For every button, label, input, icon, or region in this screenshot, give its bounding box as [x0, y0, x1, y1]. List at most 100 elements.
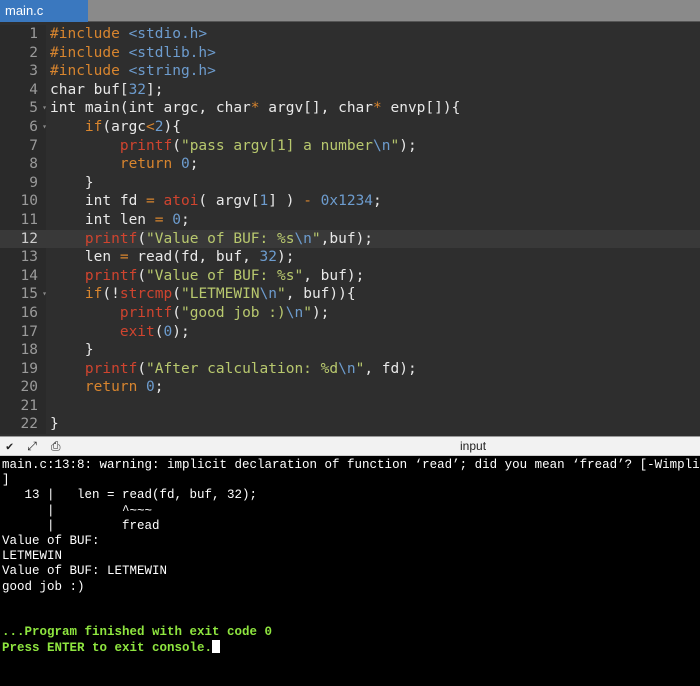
code-token-pl: ; — [180, 211, 190, 228]
code-token-num: \n — [259, 286, 278, 303]
line-number: 8 — [0, 155, 46, 174]
code-line[interactable]: 20 return 0; — [0, 378, 700, 397]
code-line[interactable]: 18 } — [0, 341, 700, 360]
code-text: char buf[32]; — [46, 81, 164, 100]
terminal-cursor — [212, 640, 221, 654]
line-number: 22 — [0, 415, 46, 435]
code-token-pl: ( — [172, 286, 181, 303]
code-line[interactable]: 21 — [0, 396, 700, 416]
code-token-pl: ( argv[ — [198, 193, 260, 210]
code-editor[interactable]: 1 #include <stdio.h> 2 #include <stdlib.h> 3… — [0, 22, 700, 436]
code-token-pl: int main(int argc, char — [50, 100, 251, 117]
code-line[interactable]: 15 ▾ if(!strcmp("LETMEWIN\n", buf)){ — [0, 285, 700, 304]
exit-prompt: Press ENTER to exit console. — [2, 640, 698, 656]
line-number: 18 — [0, 341, 46, 360]
code-token-hdr: <string.h> — [128, 63, 216, 80]
code-text: } — [46, 341, 94, 360]
code-text: } — [46, 174, 94, 193]
code-line[interactable]: 22} — [0, 415, 700, 435]
console-header: ✔ ⤢ ⎙ input — [0, 436, 700, 456]
code-token-pl: ( — [172, 137, 181, 154]
code-text: exit(0); — [46, 323, 190, 342]
console-line: | fread — [2, 518, 160, 533]
line-number: 16 — [0, 303, 46, 323]
code-token-str: "LETMEWIN — [180, 286, 260, 303]
code-token-pl: ( — [137, 360, 147, 377]
code-line[interactable]: 10 int fd = atoi( argv[1] ) - 0x1234; — [0, 192, 700, 211]
code-line[interactable]: 13 len = read(fd, buf, 32); — [0, 248, 700, 267]
console-output[interactable]: main.c:13:8: warning: implicit declarati… — [0, 456, 700, 659]
code-line[interactable]: 4 char buf[32]; — [0, 80, 700, 100]
line-number: 11 — [0, 210, 46, 230]
code-line[interactable]: 8 return 0; — [0, 155, 700, 174]
code-token-fn: printf — [84, 360, 138, 377]
line-number: 15 ▾ — [0, 285, 47, 304]
code-token-pl: ( — [137, 230, 147, 247]
code-token-num: 2 — [154, 118, 164, 135]
code-line[interactable]: 16 printf("good job :)\n"); — [0, 303, 700, 323]
code-text: int fd = atoi( argv[1] ) - 0x1234; — [46, 192, 382, 211]
code-line[interactable]: 6 ▾ if(argc<2){ — [0, 117, 700, 137]
code-line[interactable]: 11 int len = 0; — [0, 210, 700, 230]
line-number: 3 — [0, 62, 46, 81]
line-number: 21 — [0, 396, 46, 416]
code-line[interactable]: 5 ▾ int main(int argc, char* argv[], char*… — [0, 99, 700, 118]
tab-main-c[interactable]: main.c — [0, 0, 88, 22]
code-line[interactable]: 14 printf("Value of BUF: %s", buf); — [0, 266, 700, 286]
code-token-pl: (argc — [102, 118, 147, 135]
line-number: 6 ▾ — [0, 117, 47, 137]
code-token-str: "After calculation: %d — [146, 360, 339, 377]
code-line[interactable]: 1 #include <stdio.h> — [0, 25, 700, 44]
expand-icon[interactable]: ⤢ — [27, 439, 37, 454]
line-number: 13 — [0, 248, 46, 267]
code-text: printf("Value of BUF: %s\n",buf); — [46, 230, 373, 249]
console-line: Value of BUF: LETMEWIN — [2, 564, 168, 579]
line-number: 9 — [0, 173, 46, 193]
code-line[interactable]: 19 printf("After calculation: %d\n", fd)… — [0, 359, 700, 379]
code-token-hdr: <stdio.h> — [128, 26, 208, 42]
code-token-pl: envp[]){ — [381, 100, 461, 117]
code-token-pl: (! — [102, 286, 120, 303]
code-line[interactable]: 9 } — [0, 173, 700, 193]
code-token-str: "Value of BUF: %s — [146, 230, 295, 247]
code-line[interactable]: 7 printf("pass argv[1] a number\n"); — [0, 136, 700, 156]
line-number: 5 ▾ — [0, 99, 47, 118]
code-line[interactable]: 12 printf("Value of BUF: %s\n",buf); — [0, 229, 700, 249]
code-token-str: "Value of BUF: %s" — [146, 267, 304, 284]
code-token-pl: ,buf); — [320, 230, 374, 247]
console-title: input — [460, 439, 487, 453]
console-line: 13 | len = read(fd, buf, 32); — [2, 488, 258, 503]
code-token-pl: } — [50, 174, 94, 191]
code-token-fn: exit — [119, 323, 155, 340]
code-token-num: 0 — [163, 323, 173, 340]
line-number: 10 — [0, 192, 46, 211]
code-text: #include <string.h> — [46, 62, 216, 81]
code-token-fn: printf — [119, 304, 173, 321]
line-number: 17 — [0, 322, 46, 342]
code-token-pl: ( — [172, 304, 181, 321]
code-token-kw: return — [84, 379, 138, 396]
code-token-fn: printf — [84, 267, 138, 284]
fold-arrow-icon[interactable]: ▾ — [42, 118, 47, 137]
code-token-num: \n — [373, 137, 391, 154]
code-text: if(!strcmp("LETMEWIN\n", buf)){ — [46, 285, 356, 304]
line-number: 14 — [0, 266, 46, 286]
code-line[interactable]: 3 #include <string.h> — [0, 62, 700, 81]
code-token-op: < — [146, 118, 155, 135]
code-line[interactable]: 2 #include <stdlib.h> — [0, 43, 700, 63]
fold-arrow-icon[interactable]: ▾ — [42, 285, 47, 304]
code-token-pl: } — [50, 342, 94, 359]
line-number: 19 — [0, 359, 46, 379]
fold-arrow-icon[interactable]: ▾ — [42, 99, 47, 118]
copy-icon[interactable]: ⎙ — [51, 439, 61, 454]
code-token-pl: ); — [399, 137, 417, 154]
collapse-chevron-icon[interactable]: ✔ — [6, 439, 13, 453]
code-line[interactable]: 17 exit(0); — [0, 322, 700, 342]
